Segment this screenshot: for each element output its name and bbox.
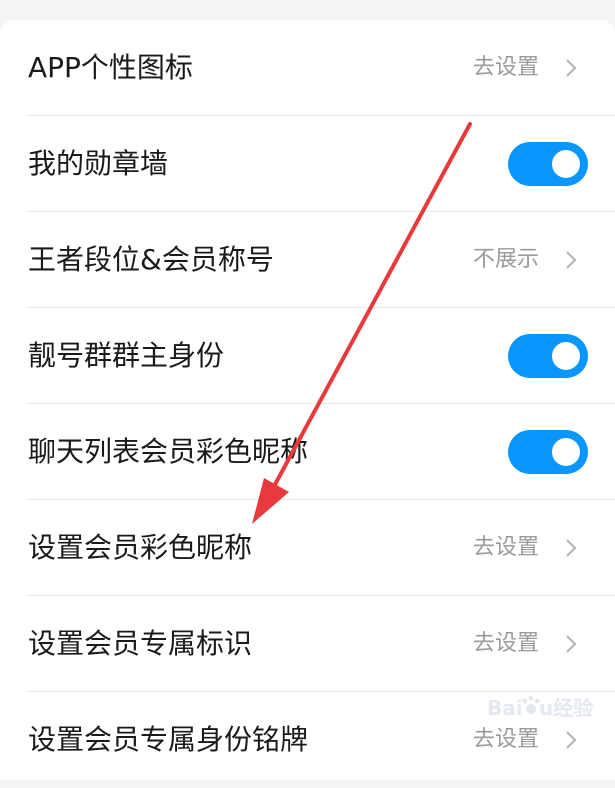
row-label: 靓号群群主身份	[28, 308, 224, 404]
toggle-knob	[552, 438, 580, 466]
settings-card: APP个性图标 去设置 我的勋章墙 王者段位&会员称号 不展示 靓号群群主身份 …	[0, 20, 615, 780]
row-value: 去设置	[473, 596, 539, 692]
row-app-icon[interactable]: APP个性图标 去设置	[0, 20, 615, 116]
row-label: 设置会员专属身份铭牌	[28, 692, 308, 788]
toggle-knob	[552, 342, 580, 370]
chevron-right-icon	[561, 250, 581, 270]
row-value: 不展示	[473, 212, 539, 308]
svg-text:Bai: Bai	[487, 696, 523, 720]
chevron-right-icon	[561, 538, 581, 558]
chat-color-nickname-toggle[interactable]	[508, 430, 588, 474]
row-medal-wall: 我的勋章墙	[0, 116, 615, 212]
row-label: 设置会员专属标识	[28, 596, 252, 692]
baidu-jingyan-watermark-logo: Bai u经验	[487, 691, 597, 725]
row-value: 去设置	[473, 500, 539, 596]
group-owner-toggle[interactable]	[508, 334, 588, 378]
row-value: 去设置	[473, 20, 539, 116]
row-set-color-nickname[interactable]: 设置会员彩色昵称 去设置	[0, 500, 615, 596]
row-label: 设置会员彩色昵称	[28, 500, 252, 596]
toggle-knob	[552, 150, 580, 178]
chevron-right-icon	[561, 58, 581, 78]
row-chat-color-nickname: 聊天列表会员彩色昵称	[0, 404, 615, 500]
row-set-member-badge[interactable]: 设置会员专属标识 去设置	[0, 596, 615, 692]
row-label: APP个性图标	[28, 20, 193, 116]
chevron-right-icon	[561, 730, 581, 750]
row-rank-title[interactable]: 王者段位&会员称号 不展示	[0, 212, 615, 308]
row-label: 聊天列表会员彩色昵称	[28, 404, 308, 500]
chevron-right-icon	[561, 634, 581, 654]
medal-wall-toggle[interactable]	[508, 142, 588, 186]
row-label: 我的勋章墙	[28, 116, 168, 212]
row-group-owner: 靓号群群主身份	[0, 308, 615, 404]
row-label: 王者段位&会员称号	[28, 212, 274, 308]
svg-text:u经验: u经验	[539, 696, 593, 720]
